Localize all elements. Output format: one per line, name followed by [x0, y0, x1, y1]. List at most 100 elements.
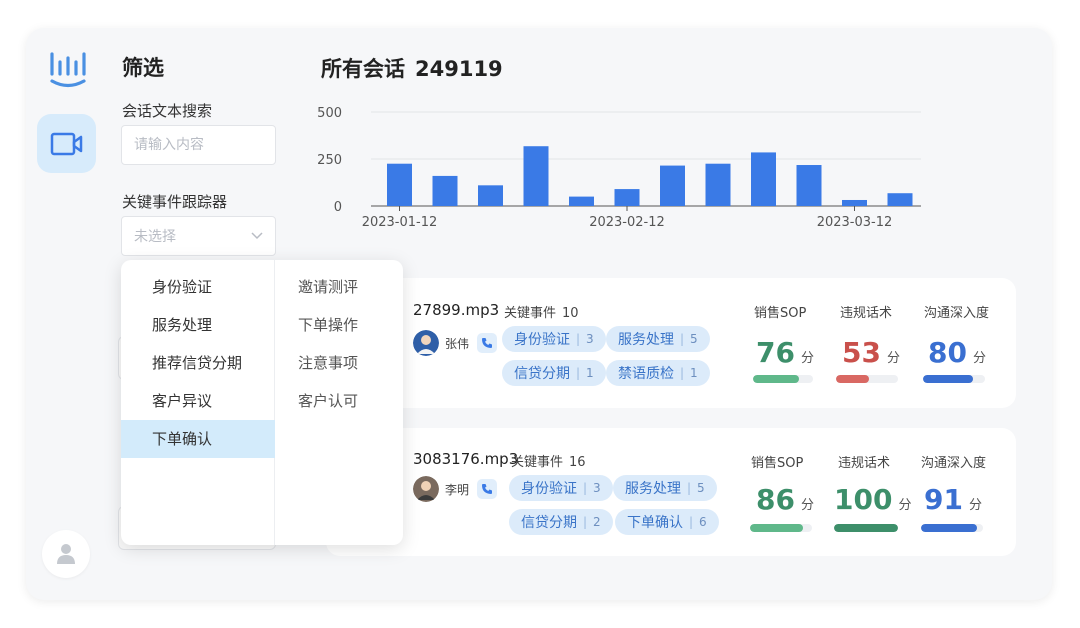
chart-bar[interactable]: [705, 163, 731, 206]
session-card[interactable]: 27899.mp3 关键事件 10 张伟 身份验证 | 3 服务处理 | 5 信贷分期 | 1…: [326, 278, 1016, 408]
dropdown-item[interactable]: 客户认可: [276, 382, 403, 420]
score-value: 80: [928, 336, 967, 369]
phone-icon: [482, 484, 493, 494]
agent-name: 李明: [445, 482, 470, 497]
dropdown-item[interactable]: 身份验证: [121, 268, 275, 306]
metric-score: 91 分: [924, 483, 982, 516]
score-unit: 分: [800, 498, 814, 513]
filter-title: 筛选: [122, 56, 164, 80]
user-icon: [57, 544, 75, 564]
tracker-dropdown: 身份验证 服务处理 推荐信贷分期 客户异议 下单确认 邀请测评 下单操作 注意事…: [121, 260, 403, 545]
x-tick-label: 2023-01-12: [362, 215, 438, 230]
tracker-select[interactable]: 未选择: [121, 216, 276, 256]
text-search-label: 会话文本搜索: [122, 102, 213, 120]
logo-icon: [50, 52, 86, 88]
dropdown-item[interactable]: 推荐信贷分期: [121, 344, 275, 382]
event-label: 关键事件: [504, 306, 557, 321]
chart-bar[interactable]: [842, 199, 867, 206]
event-tag[interactable]: 下单确认 | 6: [615, 509, 719, 535]
event-tag[interactable]: 身份验证 | 3: [509, 475, 613, 501]
metric-score: 76 分: [756, 336, 814, 369]
metric-label: 违规话术: [838, 456, 891, 471]
metric-label: 销售SOP: [754, 306, 807, 321]
file-name[interactable]: 3083176.mp3: [413, 450, 518, 468]
chart-bar[interactable]: [569, 196, 594, 206]
tag-label: 下单确认: [627, 515, 683, 531]
chart-bar[interactable]: [614, 189, 640, 206]
agent-info: 张伟: [413, 330, 498, 356]
agent-info: 李明: [413, 476, 498, 502]
event-label: 关键事件: [511, 455, 564, 470]
metric-score: 100 分: [834, 483, 911, 516]
agent-name: 张伟: [445, 336, 470, 351]
event-tag[interactable]: 禁语质检 | 1: [606, 360, 710, 386]
dropdown-column-secondary: 邀请测评 下单操作 注意事项 客户认可: [276, 260, 403, 545]
score-value: 76: [756, 336, 795, 369]
app-window: 筛选 会话文本搜索 关键事件跟踪器 未选择 身份验证 服务处理 推荐信贷分期 客…: [26, 28, 1052, 600]
dropdown-item[interactable]: 服务处理: [121, 306, 275, 344]
chart-bar[interactable]: [478, 185, 503, 206]
phone-button[interactable]: [477, 333, 498, 353]
chart-bar[interactable]: [432, 175, 458, 206]
phone-button[interactable]: [477, 479, 498, 499]
event-count: 关键事件 16: [511, 451, 586, 470]
text-search-input[interactable]: [121, 125, 276, 165]
x-tick-label: 2023-03-12: [817, 215, 893, 230]
metric-label: 沟通深入度: [921, 456, 987, 471]
dropdown-item[interactable]: 注意事项: [276, 344, 403, 382]
y-tick-label: 0: [334, 200, 342, 215]
nav-video-button[interactable]: [37, 114, 96, 173]
chart-bar[interactable]: [751, 152, 776, 206]
tag-count: 2: [593, 515, 601, 529]
event-tag[interactable]: 信贷分期 | 1: [502, 360, 606, 386]
metric-score: 86 分: [756, 483, 814, 516]
score-unit: 分: [800, 351, 814, 366]
metric-bar: [753, 375, 813, 383]
session-card[interactable]: 3083176.mp3 关键事件 16 李明 身份验证 | 3 服务处理 | 5 信贷分期…: [326, 428, 1016, 556]
chart-bar[interactable]: [523, 146, 549, 206]
score-unit: 分: [972, 351, 986, 366]
sessions-bar-chart: 0 250 500 2023-01-12 2023-02-12 2023-03-12: [317, 106, 921, 230]
metric-label: 沟通深入度: [924, 306, 990, 321]
event-tag[interactable]: 服务处理 | 5: [613, 475, 717, 501]
chart-bar[interactable]: [660, 165, 685, 206]
page-title: 所有会话 249119: [321, 53, 503, 83]
event-tag[interactable]: 信贷分期 | 2: [509, 509, 613, 535]
dropdown-column-primary: 身份验证 服务处理 推荐信贷分期 客户异议 下单确认: [121, 260, 275, 545]
tag-count: 3: [586, 332, 594, 346]
dropdown-item[interactable]: 客户异议: [121, 382, 275, 420]
score-value: 86: [756, 483, 795, 516]
left-rail: [26, 28, 112, 600]
metric-bar-fill: [834, 524, 898, 532]
event-count-value: 10: [562, 306, 579, 321]
tag-count: 5: [690, 332, 698, 346]
metric-score: 53 分: [842, 336, 900, 369]
chevron-down-icon: [251, 232, 263, 240]
event-tag[interactable]: 服务处理 | 5: [606, 326, 710, 352]
tag-label: 身份验证: [521, 481, 577, 497]
chart-bar[interactable]: [796, 165, 822, 206]
page-title-text: 所有会话: [321, 57, 405, 81]
metric-bar: [921, 524, 983, 532]
file-name[interactable]: 27899.mp3: [413, 301, 499, 319]
tag-count: 1: [690, 366, 698, 380]
tag-label: 服务处理: [618, 332, 674, 348]
phone-icon: [482, 338, 493, 348]
user-avatar-button[interactable]: [42, 530, 90, 578]
tracker-select-value: 未选择: [134, 229, 176, 245]
dropdown-item[interactable]: 下单操作: [276, 306, 403, 344]
dropdown-item[interactable]: 邀请测评: [276, 268, 403, 306]
chart-bar[interactable]: [387, 163, 412, 206]
metric-bar: [834, 524, 898, 532]
tracker-label: 关键事件跟踪器: [122, 193, 228, 211]
x-tick-label: 2023-02-12: [589, 215, 665, 230]
metric-label: 违规话术: [840, 306, 893, 321]
metric-bar: [923, 375, 985, 383]
agent-avatar: [413, 330, 439, 356]
score-unit: 分: [898, 498, 912, 513]
metric-score: 80 分: [928, 336, 986, 369]
chart-bar[interactable]: [887, 193, 913, 206]
dropdown-item-selected[interactable]: 下单确认: [121, 420, 275, 458]
metric-bar: [836, 375, 898, 383]
event-tag[interactable]: 身份验证 | 3: [502, 326, 606, 352]
